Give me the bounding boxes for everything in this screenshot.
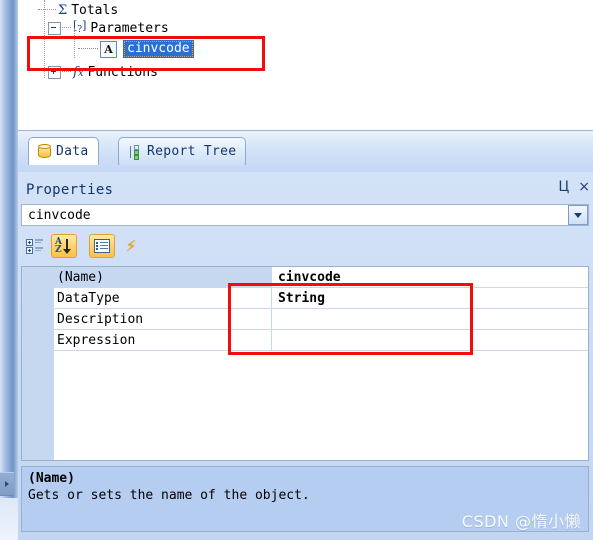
property-pages-icon — [94, 239, 110, 253]
categorized-icon — [26, 238, 44, 254]
table-row[interactable]: DataType String — [22, 288, 588, 309]
properties-toolbar: A Z ⚡ — [18, 232, 593, 260]
description-title: (Name) — [28, 471, 75, 486]
lightning-bolt-icon: ⚡ — [125, 236, 137, 255]
chevron-right-icon — [5, 481, 9, 487]
tree-item-label: Totals — [71, 2, 119, 18]
parameters-icon: [?] — [73, 19, 87, 36]
table-row[interactable]: Expression — [22, 330, 588, 351]
tab-label: Report Tree — [147, 144, 237, 159]
property-name-cell: DataType — [22, 288, 272, 309]
properties-grid[interactable]: (Name) cinvcode DataType String Descript… — [21, 266, 589, 461]
categorized-button[interactable] — [22, 234, 48, 258]
properties-header: Properties Ц × — [18, 178, 593, 202]
table-row[interactable]: Description — [22, 309, 588, 330]
property-value-cell[interactable]: String — [272, 288, 588, 309]
property-name-cell: Description — [22, 309, 272, 330]
tree-item-parameters[interactable]: [?] Parameters — [48, 18, 169, 38]
tree-icon — [128, 144, 142, 160]
property-pages-button[interactable] — [89, 234, 115, 258]
collapse-minus-icon[interactable] — [48, 21, 61, 35]
sigma-icon: Σ — [58, 2, 68, 18]
expand-plus-icon[interactable] — [48, 65, 61, 79]
property-value-cell[interactable]: cinvcode — [272, 267, 588, 288]
property-name-cell: (Name) — [22, 267, 272, 288]
chevron-down-icon[interactable] — [568, 205, 588, 225]
close-icon[interactable]: × — [578, 180, 590, 194]
page-title: Properties — [26, 182, 114, 198]
rail-expand-arrow-button[interactable] — [0, 472, 14, 496]
description-text: Gets or sets the name of the object. — [28, 488, 310, 503]
data-tree-panel[interactable]: Σ Totals [?] Parameters A cinvcode fx Fu… — [18, 0, 593, 122]
database-icon — [38, 144, 51, 159]
tree-guide-line — [44, 0, 45, 78]
tree-item-cinvcode[interactable]: A cinvcode — [78, 39, 194, 59]
property-value-cell[interactable] — [272, 330, 588, 351]
tab-data[interactable]: Data — [28, 137, 99, 165]
tab-label: Data — [56, 144, 89, 159]
object-selector-value: cinvcode — [28, 207, 91, 223]
property-value-cell[interactable] — [272, 309, 588, 330]
pin-icon[interactable]: Ц — [558, 180, 569, 194]
properties-panel: Properties Ц × cinvcode A Z ⚡ (Name) cin… — [18, 172, 593, 540]
tree-item-functions[interactable]: fx Functions — [48, 62, 158, 82]
tree-item-totals[interactable]: Σ Totals — [38, 0, 118, 20]
functions-icon: fx — [73, 64, 84, 80]
string-param-icon: A — [100, 40, 117, 58]
sort-az-icon: A Z — [55, 237, 73, 255]
tree-connector-line — [62, 27, 71, 29]
events-button[interactable]: ⚡ — [118, 234, 144, 258]
alphabetical-button[interactable]: A Z — [51, 234, 77, 258]
tree-item-label: Functions — [87, 64, 158, 80]
panel-header-buttons: Ц × — [558, 180, 590, 194]
tree-connector-line — [78, 48, 98, 50]
left-dock-rail-footer — [0, 498, 18, 540]
tree-item-label: Parameters — [90, 20, 169, 36]
property-name-cell: Expression — [22, 330, 272, 351]
left-dock-rail — [0, 0, 18, 540]
tree-guide-line — [74, 28, 75, 58]
table-row[interactable]: (Name) cinvcode — [22, 267, 588, 288]
panel-tab-strip: Data Report Tree — [18, 130, 593, 173]
watermark: CSDN @惰小懒 — [461, 512, 581, 531]
object-selector-combobox[interactable]: cinvcode — [21, 204, 589, 226]
tree-connector-line — [38, 9, 56, 11]
tab-report-tree[interactable]: Report Tree — [118, 137, 247, 165]
tree-item-label: cinvcode — [123, 40, 194, 58]
tree-connector-line — [62, 71, 71, 73]
